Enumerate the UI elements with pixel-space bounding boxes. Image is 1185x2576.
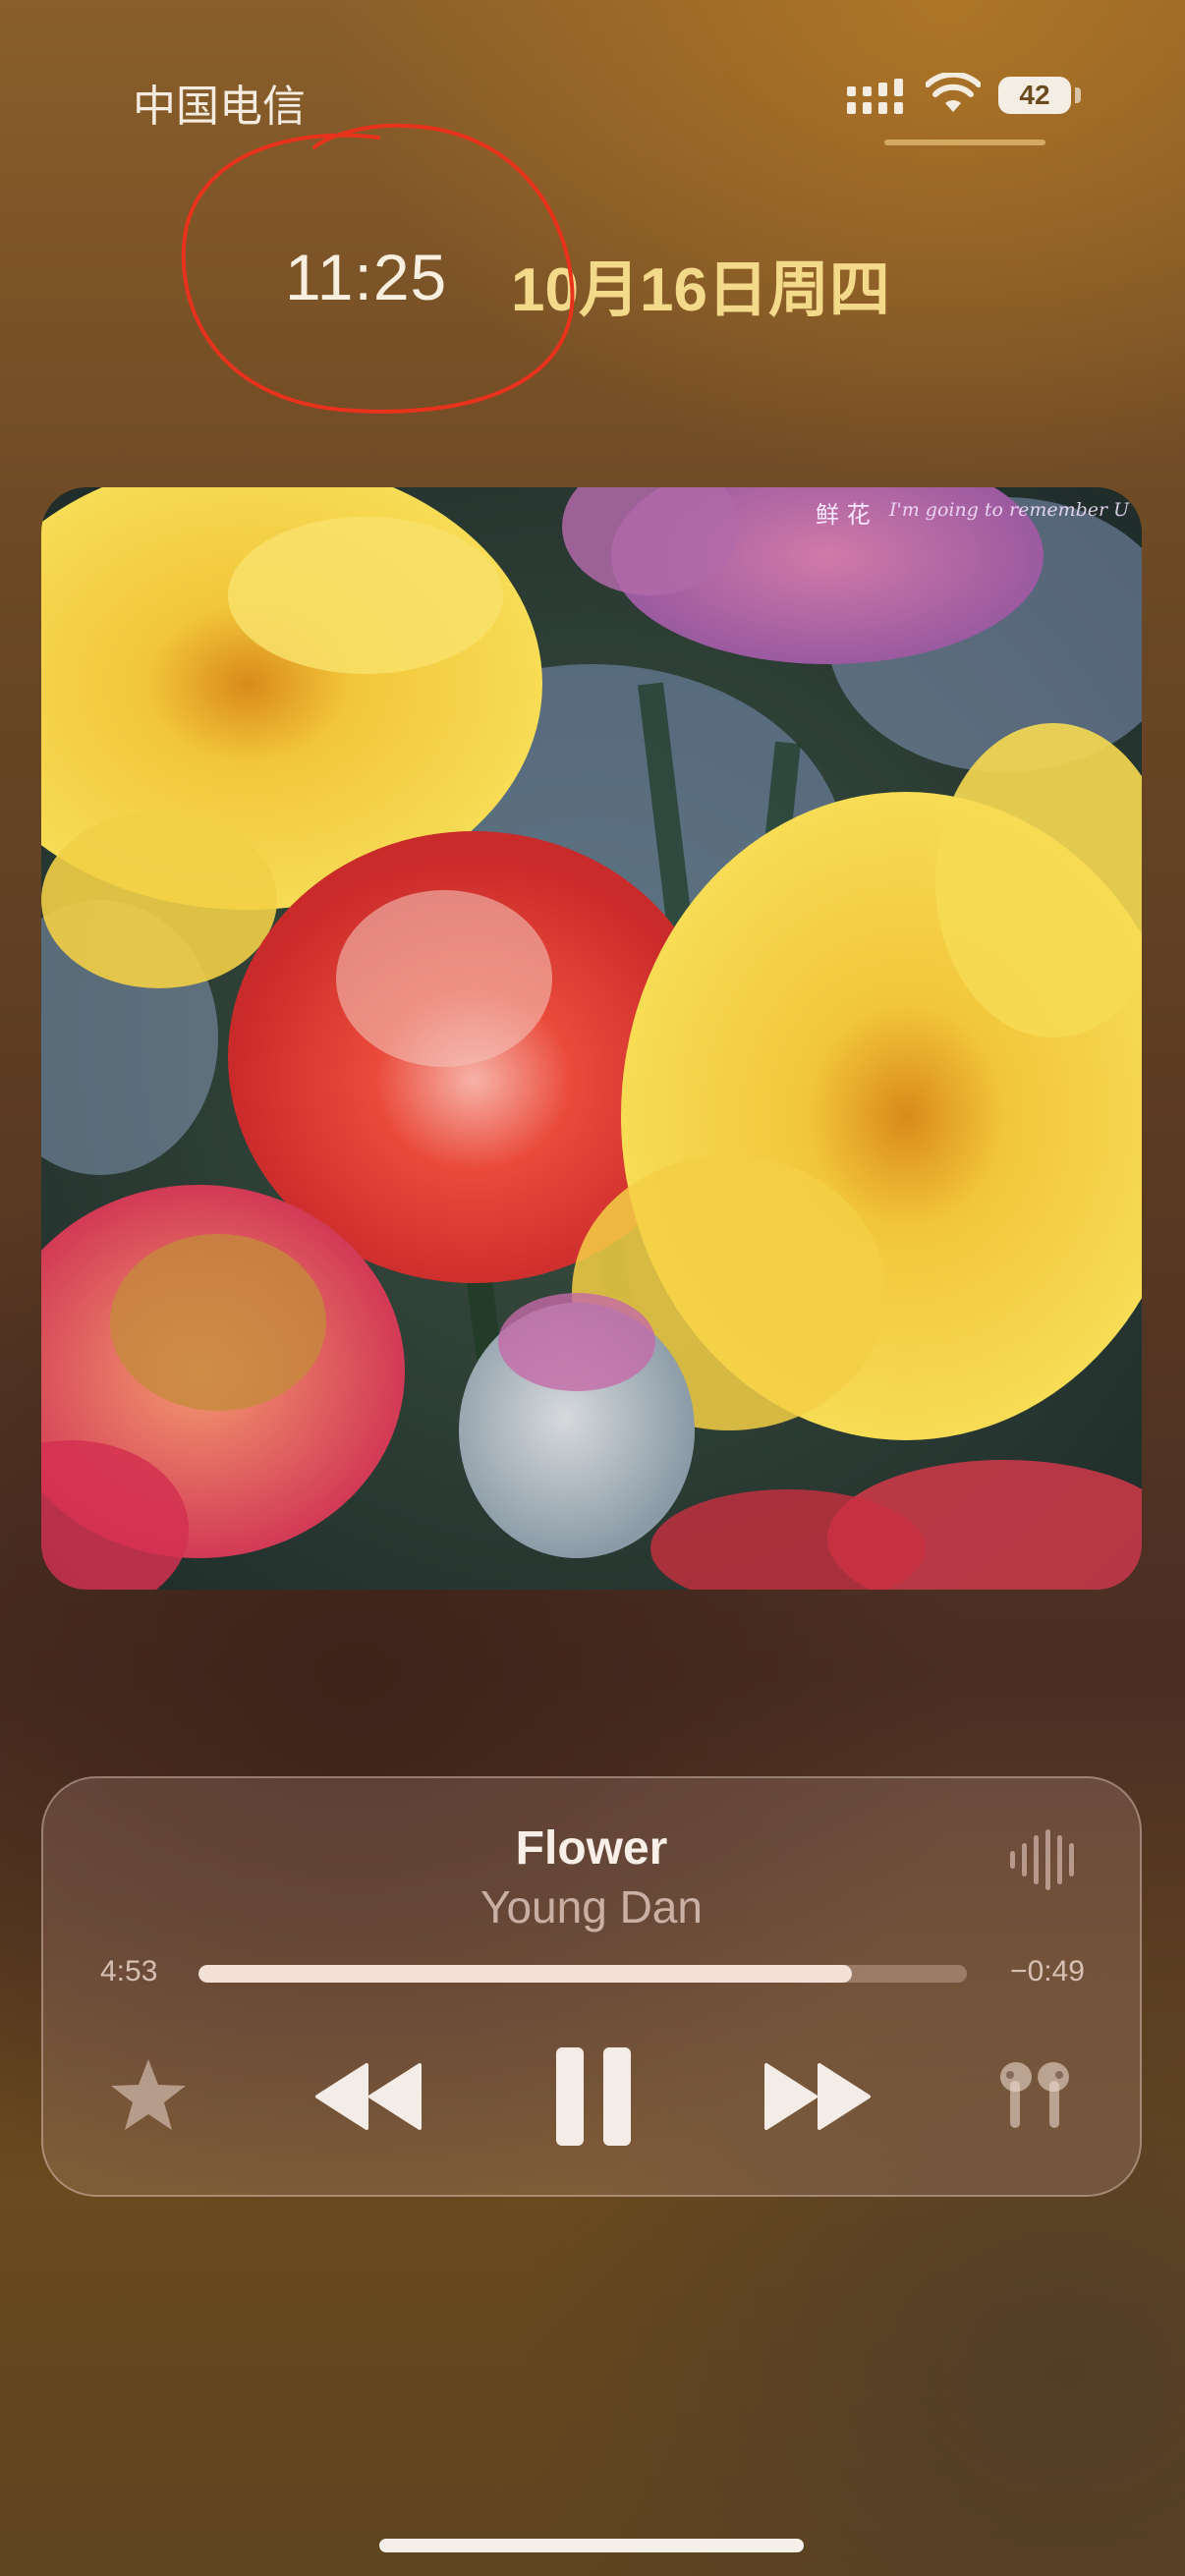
wifi-icon (926, 73, 981, 112)
cellular-signal-icon (847, 79, 903, 114)
playback-progress-fill (198, 1965, 852, 1983)
battery-cap (1075, 87, 1081, 103)
red-annotation-circle (181, 123, 575, 414)
battery-indicator: 42 (998, 77, 1071, 114)
forward-icon[interactable] (762, 2061, 873, 2132)
status-indicator-line (884, 140, 1045, 145)
song-title[interactable]: Flower (43, 1821, 1140, 1876)
battery-level: 42 (1019, 80, 1050, 110)
now-playing-widget: Flower Young Dan 4:53 −0:49 (41, 1776, 1142, 2197)
rewind-icon[interactable] (313, 2061, 423, 2132)
time-remaining: −0:49 (1010, 1955, 1085, 1988)
star-icon[interactable] (108, 2055, 189, 2136)
time-elapsed: 4:53 (100, 1955, 158, 1988)
song-artist[interactable]: Young Dan (43, 1880, 1140, 1933)
pause-icon[interactable] (552, 2045, 635, 2148)
home-indicator[interactable] (379, 2539, 804, 2552)
airpods-icon[interactable] (992, 2057, 1077, 2134)
album-cover-title: 鲜 花 (816, 501, 871, 529)
album-artwork[interactable] (41, 487, 1142, 1590)
lock-screen: 中国电信 42 11:25 10月16日周四 鲜 花 I'm going to … (0, 0, 1185, 2576)
album-cover-subtitle: I'm going to remember U (889, 499, 1130, 521)
playback-progress-bar[interactable] (198, 1965, 967, 1983)
waveform-icon[interactable] (1006, 1825, 1075, 1894)
